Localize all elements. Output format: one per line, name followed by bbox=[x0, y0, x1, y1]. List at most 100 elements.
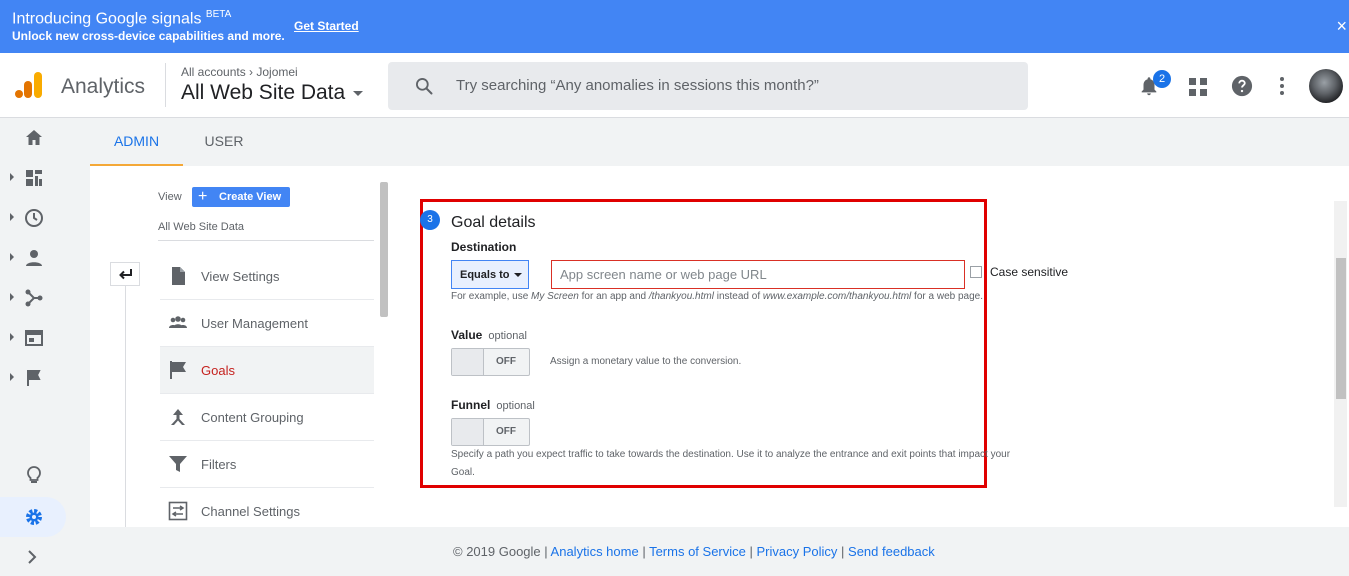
document-icon bbox=[172, 267, 185, 285]
expand-arrow-icon bbox=[10, 333, 14, 341]
funnel-toggle[interactable]: OFF bbox=[451, 418, 530, 446]
toggle-knob bbox=[452, 349, 484, 375]
view-selector[interactable]: All Web Site Data bbox=[158, 221, 244, 233]
search-icon bbox=[416, 78, 433, 95]
app-name: Analytics bbox=[61, 75, 146, 98]
case-sensitive-label: Case sensitive bbox=[990, 265, 1069, 279]
left-rail bbox=[0, 118, 68, 576]
tree-line bbox=[125, 286, 126, 527]
close-icon[interactable]: × bbox=[1336, 16, 1347, 36]
terms-link[interactable]: Terms of Service bbox=[649, 544, 746, 559]
tab-user[interactable]: USER bbox=[183, 118, 265, 166]
analytics-logo-icon bbox=[15, 72, 42, 98]
content-grouping-icon bbox=[171, 409, 185, 425]
people-icon bbox=[169, 316, 187, 328]
privacy-link[interactable]: Privacy Policy bbox=[757, 544, 838, 559]
nav-item-label: View Settings bbox=[201, 269, 280, 284]
gear-icon bbox=[26, 509, 42, 525]
search-bar[interactable]: Try searching “Any anomalies in sessions… bbox=[388, 62, 1028, 110]
banner-title: Introducing Google signals BETA bbox=[12, 9, 231, 28]
clock-icon bbox=[25, 209, 43, 227]
analytics-home-link[interactable]: Analytics home bbox=[551, 544, 639, 559]
rail-conversions[interactable] bbox=[0, 358, 68, 398]
optional-label: optional bbox=[496, 400, 535, 412]
admin-tabs: ADMIN USER bbox=[90, 118, 1349, 166]
value-hint: Assign a monetary value to the conversio… bbox=[550, 356, 742, 367]
nav-item-filters[interactable]: Filters bbox=[160, 441, 374, 488]
copyright: © 2019 Google bbox=[453, 544, 541, 559]
value-label: Value optional bbox=[451, 328, 527, 342]
match-type-value: Equals to bbox=[460, 269, 510, 281]
header-divider bbox=[165, 63, 166, 107]
match-type-select[interactable]: Equals to bbox=[451, 260, 529, 289]
avatar[interactable] bbox=[1309, 69, 1343, 103]
back-arrow-icon bbox=[119, 269, 132, 280]
back-button[interactable] bbox=[110, 262, 140, 286]
flag-icon bbox=[27, 370, 41, 386]
property-name: All Web Site Data bbox=[181, 81, 346, 104]
nav-item-user-management[interactable]: User Management bbox=[160, 300, 374, 347]
divider bbox=[158, 240, 374, 241]
funnel-label: Funnel optional bbox=[451, 398, 535, 412]
nav-item-view-settings[interactable]: View Settings bbox=[160, 253, 374, 300]
get-started-link[interactable]: Get Started bbox=[294, 19, 359, 33]
nav-item-label: Content Grouping bbox=[201, 410, 304, 425]
apps-grid-icon[interactable] bbox=[1188, 77, 1208, 97]
channel-settings-icon bbox=[168, 501, 188, 521]
step-number-badge: 3 bbox=[420, 210, 440, 230]
rail-acquisition[interactable] bbox=[0, 278, 68, 318]
nav-item-label: Goals bbox=[201, 363, 235, 378]
flag-icon bbox=[170, 361, 186, 379]
footer: © 2019 Google | Analytics home | Terms o… bbox=[0, 527, 1349, 576]
banner-subtitle: Unlock new cross-device capabilities and… bbox=[12, 29, 285, 43]
expand-arrow-icon bbox=[10, 373, 14, 381]
home-icon bbox=[26, 130, 42, 145]
expand-arrow-icon bbox=[10, 173, 14, 181]
rail-behavior[interactable] bbox=[0, 318, 68, 358]
property-selector[interactable]: All Web Site Data bbox=[181, 81, 364, 105]
beta-badge: BETA bbox=[205, 9, 232, 20]
lightbulb-icon[interactable] bbox=[24, 465, 44, 485]
footer-links: © 2019 Google | Analytics home | Terms o… bbox=[453, 544, 935, 559]
caret-down-icon bbox=[514, 273, 522, 277]
nav-item-content-grouping[interactable]: Content Grouping bbox=[160, 394, 374, 441]
value-toggle[interactable]: OFF bbox=[451, 348, 530, 376]
search-placeholder: Try searching “Any anomalies in sessions… bbox=[456, 77, 819, 94]
top-header: Analytics All accounts › Jojomei All Web… bbox=[0, 53, 1349, 118]
send-feedback-link[interactable]: Send feedback bbox=[848, 544, 935, 559]
banner-title-text: Introducing Google signals bbox=[12, 10, 202, 28]
tab-admin[interactable]: ADMIN bbox=[90, 118, 183, 166]
toggle-state: OFF bbox=[496, 356, 516, 367]
nav-item-goals[interactable]: Goals bbox=[160, 347, 374, 394]
destination-input[interactable] bbox=[551, 260, 965, 289]
view-column-label: View bbox=[158, 191, 182, 203]
rail-home[interactable] bbox=[0, 118, 68, 158]
create-view-label: Create View bbox=[219, 191, 282, 203]
rail-customization[interactable] bbox=[0, 158, 68, 198]
person-icon bbox=[26, 250, 42, 266]
more-vert-icon[interactable] bbox=[1272, 75, 1292, 97]
destination-label: Destination bbox=[451, 240, 517, 254]
content-scrollbar-thumb[interactable] bbox=[1336, 258, 1346, 399]
rail-realtime[interactable] bbox=[0, 198, 68, 238]
funnel-hint-cont: Goal. bbox=[451, 467, 475, 478]
acquisition-icon bbox=[25, 289, 43, 307]
destination-hint: For example, use My Screen for an app an… bbox=[451, 291, 983, 302]
nav-scrollbar[interactable] bbox=[380, 182, 388, 317]
nav-item-label: User Management bbox=[201, 316, 308, 331]
create-view-button[interactable]: + Create View bbox=[192, 187, 290, 207]
rail-audience[interactable] bbox=[0, 238, 68, 278]
help-icon[interactable] bbox=[1231, 75, 1253, 97]
dashboard-icon bbox=[26, 170, 42, 186]
breadcrumb[interactable]: All accounts › Jojomei bbox=[181, 65, 298, 79]
expand-arrow-icon bbox=[10, 253, 14, 261]
nav-item-label: Channel Settings bbox=[201, 504, 301, 519]
expand-arrow-icon bbox=[10, 213, 14, 221]
chevron-down-icon bbox=[353, 90, 364, 96]
notification-count-badge: 2 bbox=[1153, 70, 1171, 88]
case-sensitive-checkbox[interactable] bbox=[970, 266, 982, 278]
plus-icon: + bbox=[198, 188, 208, 205]
behavior-icon bbox=[25, 330, 43, 346]
toggle-knob bbox=[452, 419, 484, 445]
goal-details-title: Goal details bbox=[451, 214, 536, 231]
